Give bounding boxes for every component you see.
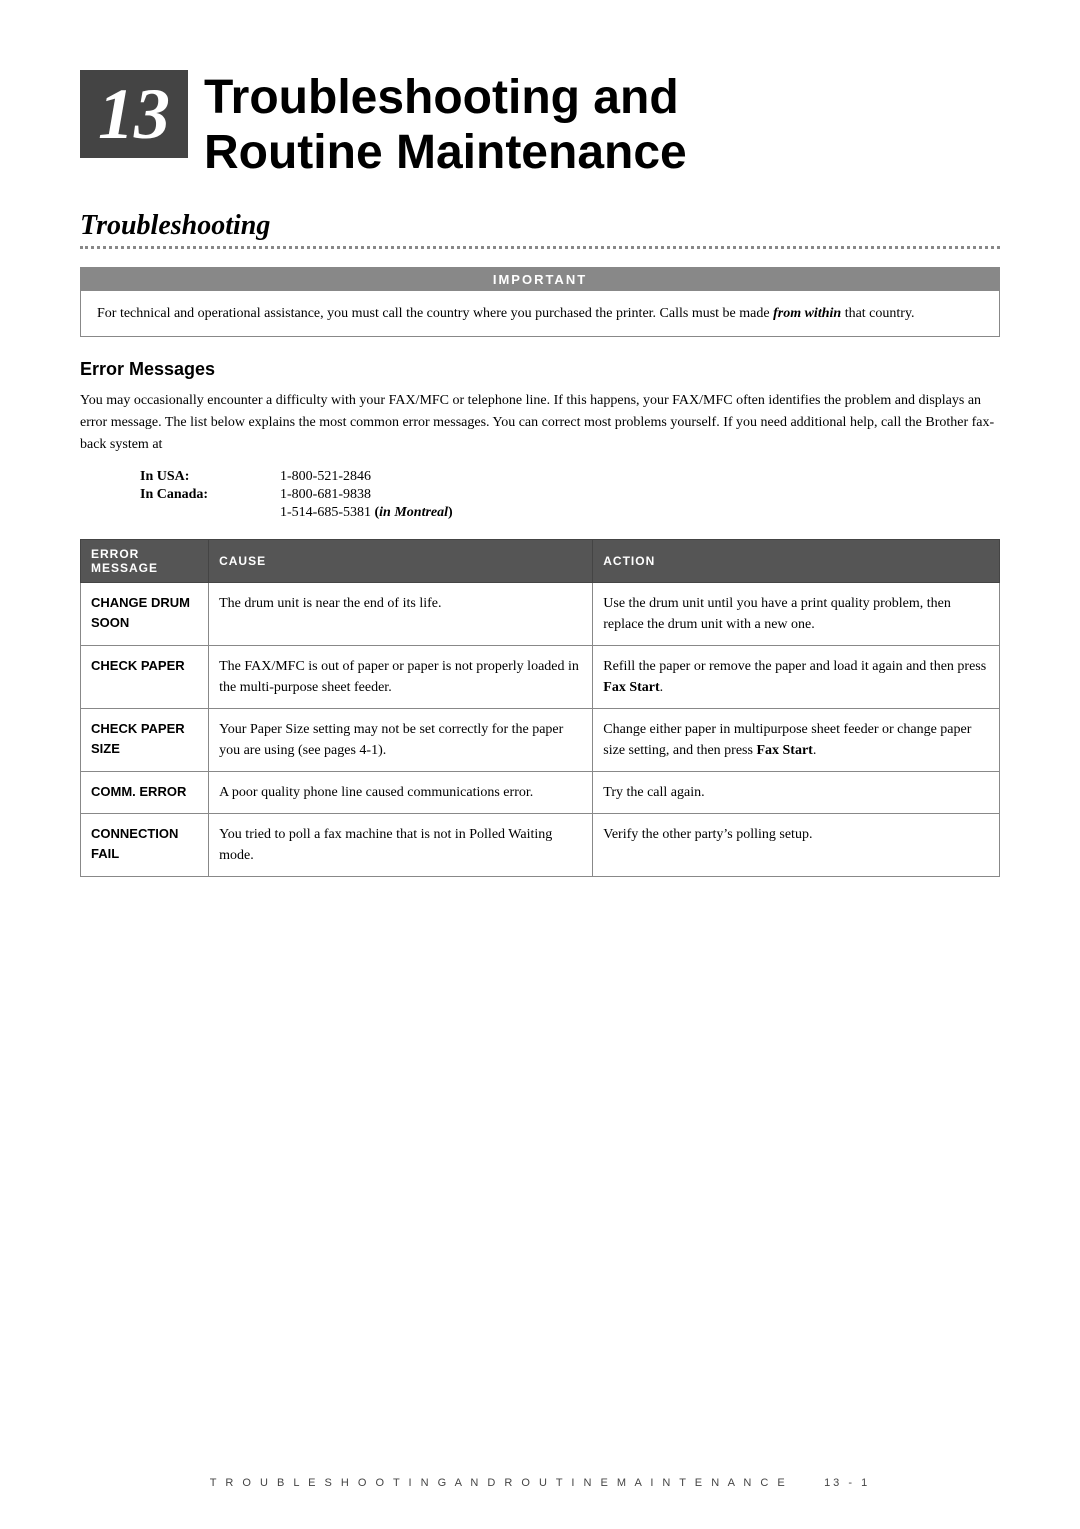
error-action-change-drum: Use the drum unit until you have a print… (593, 583, 1000, 646)
error-cause-comm-error: A poor quality phone line caused communi… (209, 772, 593, 814)
section-title: Troubleshooting (80, 210, 1000, 242)
error-action-check-paper: Refill the paper or remove the paper and… (593, 646, 1000, 709)
page-number: 13 - 1 (824, 1477, 870, 1489)
table-row: CONNECTIONFAIL You tried to poll a fax m… (81, 814, 1000, 877)
error-action-comm-error: Try the call again. (593, 772, 1000, 814)
table-row: CHECK PAPERSIZE Your Paper Size setting … (81, 709, 1000, 772)
important-header: IMPORTANT (81, 268, 999, 291)
table-row: CHANGE DRUMSOON The drum unit is near th… (81, 583, 1000, 646)
error-name-check-paper-size: CHECK PAPERSIZE (81, 709, 209, 772)
error-cause-check-paper: The FAX/MFC is out of paper or paper is … (209, 646, 593, 709)
error-cause-change-drum: The drum unit is near the end of its lif… (209, 583, 593, 646)
error-name-change-drum: CHANGE DRUMSOON (81, 583, 209, 646)
usa-label: In USA: (140, 469, 260, 485)
intro-paragraph: You may occasionally encounter a difficu… (80, 390, 1000, 455)
section-divider (80, 246, 1000, 249)
table-row: COMM. ERROR A poor quality phone line ca… (81, 772, 1000, 814)
error-action-check-paper-size: Change either paper in multipurpose shee… (593, 709, 1000, 772)
error-action-connection-fail: Verify the other party’s polling setup. (593, 814, 1000, 877)
page-footer: T R O U B L E S H O O T I N G A N D R O … (0, 1477, 1080, 1489)
contact-table: In USA: 1-800-521-2846 In Canada: 1-800-… (140, 469, 1000, 521)
footer-text: T R O U B L E S H O O T I N G A N D R O … (210, 1477, 788, 1489)
error-name-comm-error: COMM. ERROR (81, 772, 209, 814)
usa-value: 1-800-521-2846 (280, 469, 371, 485)
col-header-cause: CAUSE (209, 540, 593, 583)
error-name-connection-fail: CONNECTIONFAIL (81, 814, 209, 877)
canada-label: In Canada: (140, 487, 260, 503)
error-cause-connection-fail: You tried to poll a fax machine that is … (209, 814, 593, 877)
canada-value: 1-800-681-9838 (280, 487, 371, 503)
important-box: IMPORTANT For technical and operational … (80, 267, 1000, 337)
error-messages-title: Error Messages (80, 359, 1000, 380)
error-cause-check-paper-size: Your Paper Size setting may not be set c… (209, 709, 593, 772)
col-header-action: ACTION (593, 540, 1000, 583)
table-header-row: ERROR MESSAGE CAUSE ACTION (81, 540, 1000, 583)
error-table: ERROR MESSAGE CAUSE ACTION CHANGE DRUMSO… (80, 539, 1000, 877)
chapter-title: Troubleshooting and Routine Maintenance (204, 70, 687, 180)
chapter-number: 13 (80, 70, 188, 158)
error-name-check-paper: CHECK PAPER (81, 646, 209, 709)
montreal-label (140, 505, 260, 521)
contact-canada: In Canada: 1-800-681-9838 (140, 487, 1000, 503)
chapter-header: 13 Troubleshooting and Routine Maintenan… (80, 70, 1000, 180)
contact-usa: In USA: 1-800-521-2846 (140, 469, 1000, 485)
table-row: CHECK PAPER The FAX/MFC is out of paper … (81, 646, 1000, 709)
contact-montreal: 1-514-685-5381 (in Montreal) (140, 505, 1000, 521)
important-body: For technical and operational assistance… (81, 291, 999, 336)
montreal-value: 1-514-685-5381 (in Montreal) (280, 505, 453, 521)
col-header-error: ERROR MESSAGE (81, 540, 209, 583)
